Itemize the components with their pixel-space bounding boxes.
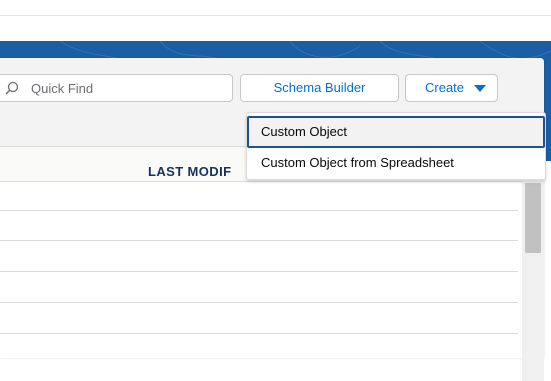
table-scrollbar[interactable] bbox=[522, 181, 544, 381]
create-button-label: Create bbox=[425, 80, 465, 95]
quick-find-input[interactable]: Quick Find bbox=[0, 74, 233, 102]
menu-item-custom-object[interactable]: Custom Object bbox=[247, 116, 545, 148]
table-row bbox=[0, 240, 518, 241]
create-dropdown-menu: Custom Object Custom Object from Spreads… bbox=[246, 112, 546, 180]
table-row bbox=[0, 302, 518, 303]
object-manager-card: Quick Find Schema Builder Create LAST MO… bbox=[0, 58, 544, 381]
create-button[interactable]: Create bbox=[405, 74, 498, 102]
table-row bbox=[0, 210, 518, 211]
scrollbar-thumb[interactable] bbox=[525, 183, 541, 253]
table-row bbox=[0, 271, 518, 272]
menu-item-custom-object-from-spreadsheet[interactable]: Custom Object from Spreadsheet bbox=[247, 147, 545, 179]
column-header-last-modified[interactable]: LAST MODIF bbox=[148, 164, 231, 179]
schema-builder-button[interactable]: Schema Builder bbox=[240, 74, 399, 102]
table-row bbox=[0, 333, 518, 334]
quick-find-placeholder: Quick Find bbox=[31, 81, 94, 96]
chevron-down-icon bbox=[474, 85, 486, 92]
top-divider bbox=[0, 15, 551, 16]
search-icon bbox=[5, 81, 19, 95]
